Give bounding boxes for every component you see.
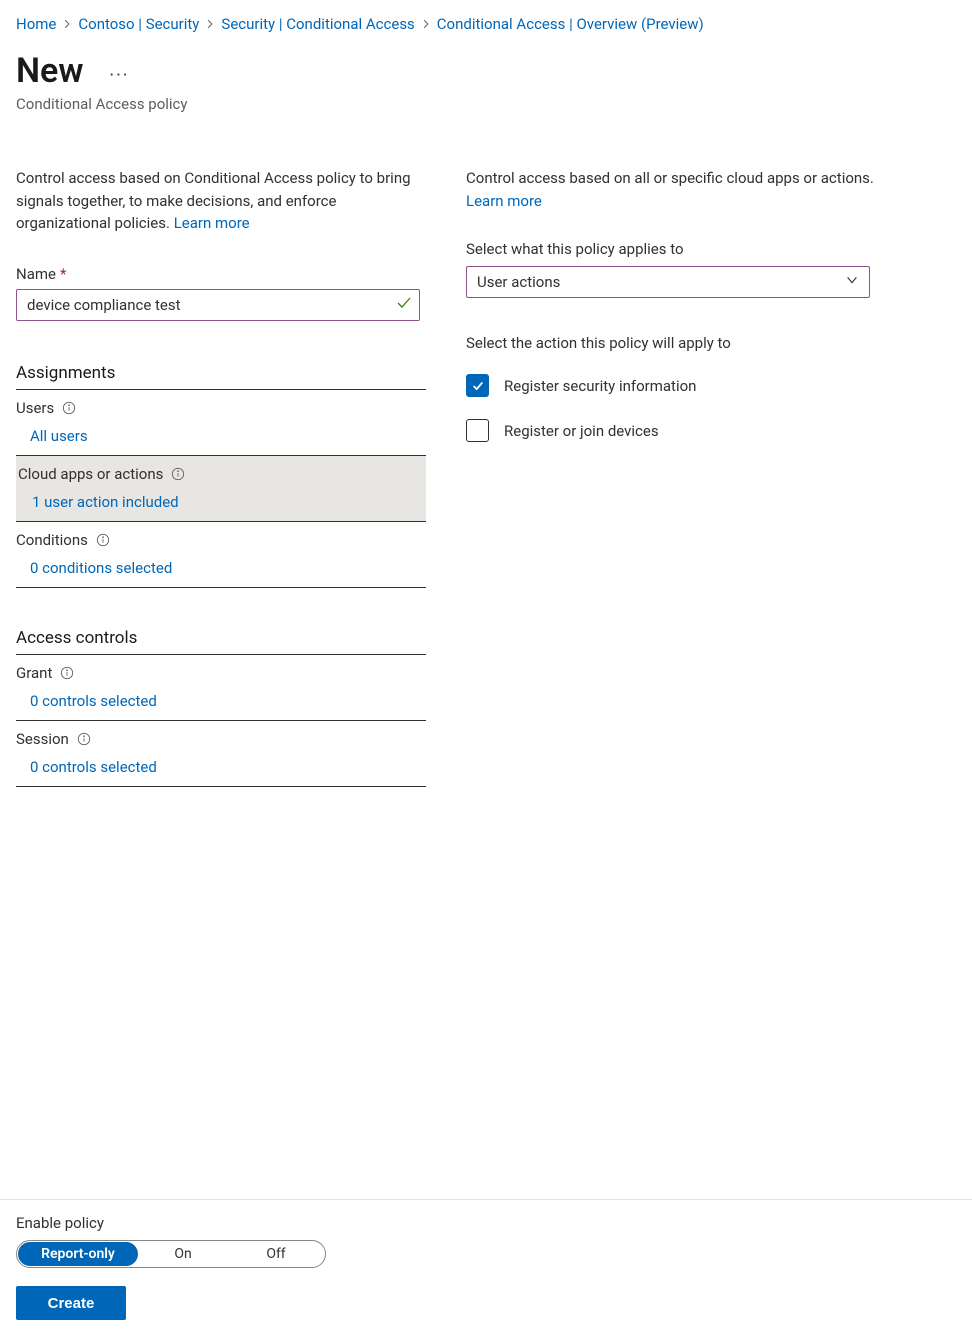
info-icon[interactable] (96, 533, 110, 547)
assignments-heading: Assignments (16, 363, 426, 390)
grant-value-link[interactable]: 0 controls selected (30, 692, 157, 710)
page-subtitle: Conditional Access policy (16, 95, 956, 113)
register-security-row: Register security information (466, 374, 876, 397)
register-security-label: Register security information (504, 377, 696, 395)
session-label: Session (16, 730, 69, 748)
toggle-report-only[interactable]: Report-only (18, 1242, 138, 1266)
breadcrumb: Home Contoso | Security Security | Condi… (16, 15, 956, 33)
chevron-down-icon (845, 273, 859, 291)
info-icon[interactable] (62, 401, 76, 415)
required-star-icon: * (60, 265, 66, 283)
left-column: Control access based on Conditional Acce… (16, 167, 426, 787)
info-icon[interactable] (77, 732, 91, 746)
conditions-item[interactable]: Conditions 0 conditions selected (16, 522, 426, 588)
users-label: Users (16, 399, 54, 417)
info-icon[interactable] (171, 467, 185, 481)
right-intro-text: Control access based on all or specific … (466, 169, 874, 187)
grant-label: Grant (16, 664, 52, 682)
conditions-value-link[interactable]: 0 conditions selected (30, 559, 172, 577)
footer: Enable policy Report-only On Off Create (0, 1199, 972, 1338)
breadcrumb-security-ca[interactable]: Security | Conditional Access (221, 15, 414, 33)
enable-policy-toggle: Report-only On Off (16, 1240, 326, 1268)
breadcrumb-contoso-security[interactable]: Contoso | Security (78, 15, 199, 33)
session-item[interactable]: Session 0 controls selected (16, 721, 426, 787)
cloud-apps-value-link[interactable]: 1 user action included (32, 493, 179, 511)
page-root: Home Contoso | Security Security | Condi… (0, 0, 972, 1338)
breadcrumb-home[interactable]: Home (16, 15, 56, 33)
chevron-right-icon (62, 19, 72, 29)
name-field-label: Name* (16, 265, 426, 283)
chevron-right-icon (205, 19, 215, 29)
users-value-link[interactable]: All users (30, 427, 88, 445)
register-devices-label: Register or join devices (504, 422, 659, 440)
name-input-wrap (16, 289, 420, 321)
register-devices-checkbox[interactable] (466, 419, 489, 442)
register-devices-row: Register or join devices (466, 419, 876, 442)
register-security-checkbox[interactable] (466, 374, 489, 397)
applies-to-dropdown[interactable]: User actions (466, 266, 870, 298)
conditions-label: Conditions (16, 531, 88, 549)
access-controls-heading: Access controls (16, 628, 426, 655)
grant-item[interactable]: Grant 0 controls selected (16, 655, 426, 721)
cloud-apps-label: Cloud apps or actions (18, 465, 163, 483)
right-intro: Control access based on all or specific … (466, 167, 876, 212)
page-header: New ··· Conditional Access policy (16, 51, 956, 113)
action-select-label: Select the action this policy will apply… (466, 334, 876, 352)
right-learn-more-link[interactable]: Learn more (466, 192, 542, 210)
create-button[interactable]: Create (16, 1286, 126, 1320)
content-columns: Control access based on Conditional Acce… (16, 167, 956, 787)
left-learn-more-link[interactable]: Learn more (174, 214, 250, 232)
cloud-apps-item[interactable]: Cloud apps or actions 1 user action incl… (16, 456, 426, 522)
breadcrumb-ca-overview[interactable]: Conditional Access | Overview (Preview) (437, 15, 704, 33)
users-item[interactable]: Users All users (16, 390, 426, 456)
right-column: Control access based on all or specific … (466, 167, 876, 787)
toggle-off[interactable]: Off (228, 1242, 324, 1266)
toggle-on[interactable]: On (138, 1242, 228, 1266)
applies-to-value: User actions (477, 273, 560, 291)
left-intro: Control access based on Conditional Acce… (16, 167, 426, 235)
enable-policy-label: Enable policy (16, 1214, 956, 1232)
policy-name-input[interactable] (16, 289, 420, 321)
checkmark-icon (396, 295, 412, 315)
applies-to-label: Select what this policy applies to (466, 240, 876, 258)
page-title: New (16, 51, 83, 91)
chevron-right-icon (421, 19, 431, 29)
more-icon[interactable]: ··· (107, 63, 131, 87)
info-icon[interactable] (60, 666, 74, 680)
session-value-link[interactable]: 0 controls selected (30, 758, 157, 776)
